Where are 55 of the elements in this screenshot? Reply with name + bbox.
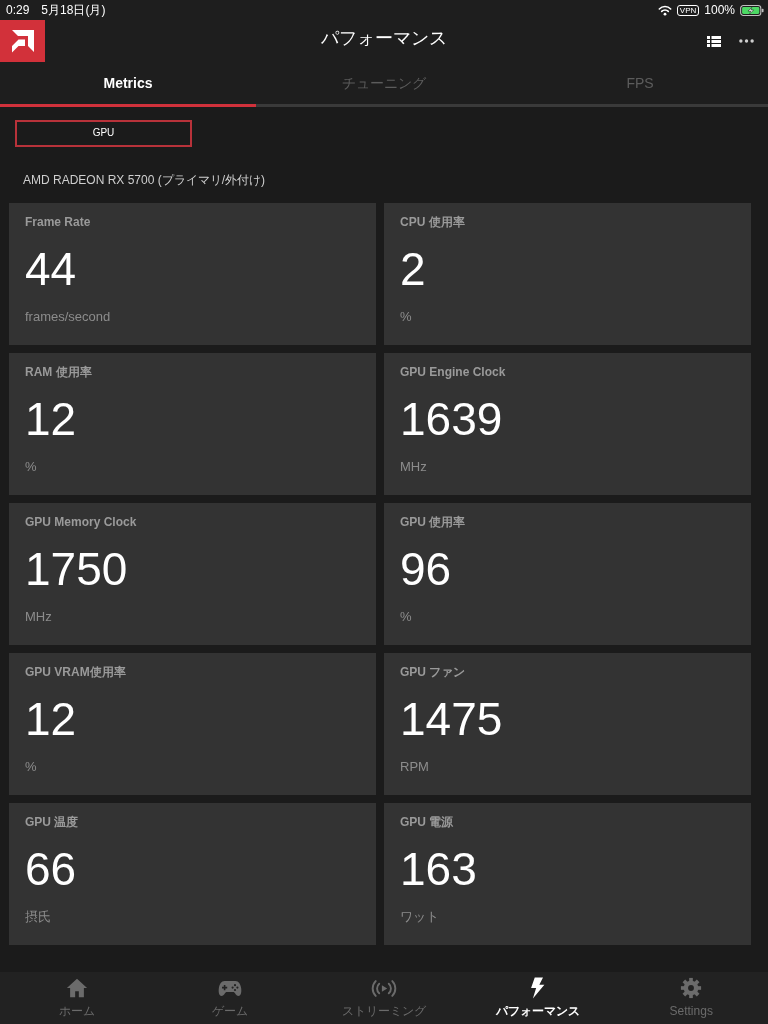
page-title: パフォーマンス xyxy=(321,27,447,49)
metric-value: 12 xyxy=(25,394,77,443)
metric-title: GPU 使用率 xyxy=(400,513,466,531)
metric-value: 44 xyxy=(25,244,77,293)
metric-unit: % xyxy=(25,757,37,776)
gpu-button[interactable]: GPU xyxy=(15,119,192,147)
metric-value: 1475 xyxy=(400,694,503,743)
settings-icon xyxy=(680,977,703,999)
metric-value: 163 xyxy=(400,844,477,893)
metric-title: RAM 使用率 xyxy=(25,363,92,381)
lightning-icon xyxy=(530,977,546,999)
nav-tab[interactable]: パフォーマンス xyxy=(460,972,615,1024)
metric-unit: ワット xyxy=(400,907,439,926)
nav-tab[interactable]: ストリーミング xyxy=(307,972,461,1024)
status-date: 5月18日(月) xyxy=(41,3,106,17)
gamepad-icon xyxy=(218,979,243,997)
vpn-badge: VPN xyxy=(676,4,700,16)
metric-title: GPU Memory Clock xyxy=(25,513,137,531)
logo-icon xyxy=(0,20,45,62)
battery-percent: 100% xyxy=(704,3,735,17)
metric-unit: % xyxy=(400,607,412,626)
metric-title: CPU 使用率 xyxy=(400,213,465,231)
metric-title: Frame Rate xyxy=(25,213,91,231)
nav-tab[interactable]: Settings xyxy=(614,972,768,1024)
metric-unit: % xyxy=(400,307,412,326)
status-time: 0:29 xyxy=(6,3,30,17)
metric-title: GPU 電源 xyxy=(400,813,454,831)
tab[interactable]: チューニング xyxy=(256,62,512,107)
metric-unit: MHz xyxy=(400,457,427,476)
tab[interactable]: Metrics xyxy=(0,62,256,107)
metric-title: GPU Engine Clock xyxy=(400,363,506,381)
metric-value: 1750 xyxy=(25,544,128,593)
metric-unit: 摂氏 xyxy=(25,907,51,926)
wifi-icon xyxy=(657,4,672,16)
metric-unit: RPM xyxy=(400,757,429,776)
metric-title: GPU 温度 xyxy=(25,813,79,831)
metric-title: GPU VRAM使用率 xyxy=(25,663,126,681)
battery-icon xyxy=(740,4,764,16)
metric-value: 2 xyxy=(400,244,426,293)
metric-unit: frames/second xyxy=(25,307,111,326)
metric-title: GPU ファン xyxy=(400,663,466,681)
home-icon xyxy=(64,977,89,999)
metric-value: 12 xyxy=(25,694,77,743)
metric-unit: % xyxy=(25,457,37,476)
metric-value: 66 xyxy=(25,844,77,893)
more-icon[interactable] xyxy=(739,39,754,43)
device-name: AMD RADEON RX 5700 (プライマリ/外付け) xyxy=(23,172,266,187)
metric-value: 1639 xyxy=(400,394,503,443)
tab[interactable]: FPS xyxy=(512,62,768,107)
list-icon[interactable] xyxy=(707,35,721,47)
metric-unit: MHz xyxy=(25,607,52,626)
nav-tab[interactable]: ゲーム xyxy=(153,972,308,1024)
broadcast-icon xyxy=(371,979,397,997)
metric-value: 96 xyxy=(400,544,452,593)
nav-tab[interactable]: ホーム xyxy=(0,972,154,1024)
